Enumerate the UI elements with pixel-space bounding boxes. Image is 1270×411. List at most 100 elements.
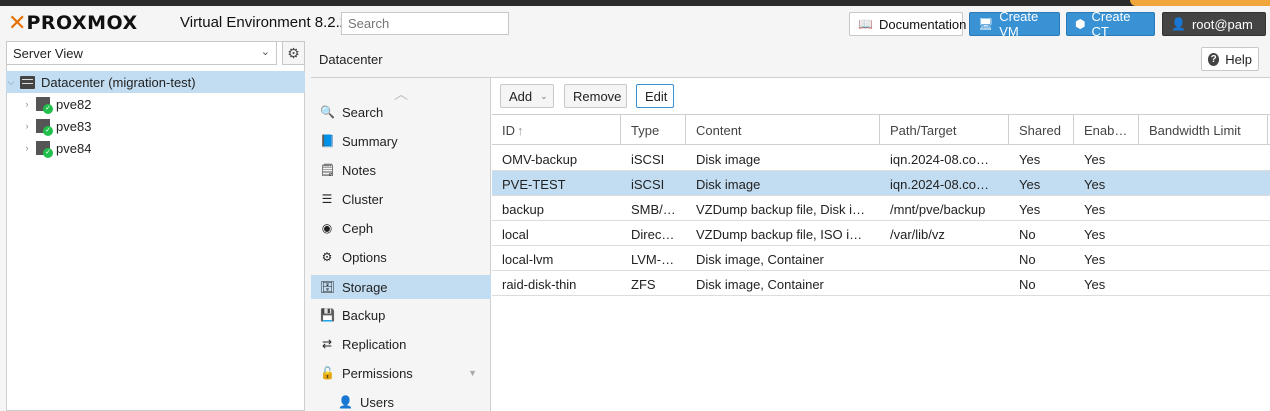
table-row[interactable]: PVE-TEST iSCSI Disk image iqn.2024-08.co… Ye… [492,171,1270,196]
cell-enabled: Yes [1084,252,1106,267]
node-icon: ✓ [36,97,53,114]
column-header-label: ID [502,123,515,138]
tree-item-datacenter[interactable]: ⌵ Datacenter (migration-test) [6,71,305,93]
cell-type: Direc… [631,227,675,242]
nav-item-search[interactable]: 🔍 Search [311,100,491,124]
table-row[interactable]: OMV-backup iSCSI Disk image iqn.2024-08.co…… [492,146,1270,171]
nav-item-replication[interactable]: ⇄ Replication [311,332,491,356]
tree-item-pve84[interactable]: › ✓ pve84 [6,137,305,159]
cell-type: ZFS [631,277,656,292]
sort-ascending-icon: ↑ [517,123,524,138]
table-row[interactable]: local Direc… VZDump backup file, ISO i… /va… [492,221,1270,246]
nav-item-label: Backup [342,307,386,323]
cell-id: local [502,227,529,242]
search-icon: 🔍 [320,105,335,119]
check-icon: ✓ [43,126,53,136]
create-ct-button[interactable]: ⬢ Create CT [1066,9,1155,39]
help-button[interactable]: ? Help [1201,47,1259,71]
cell-path: iqn.2024-08.co… [890,152,990,167]
table-row[interactable]: raid-disk-thin ZFS Disk image, Container No… [492,271,1270,296]
collapse-caret-icon[interactable]: ▼ [468,368,477,378]
cell-shared: No [1019,227,1036,242]
main-header: Datacenter [311,41,1270,78]
nav-item-label: Search [342,104,384,120]
nav-item-label: Storage [342,279,388,295]
column-header-type[interactable]: Type [621,115,686,145]
documentation-button[interactable]: 📖 Documentation [849,12,966,36]
expand-icon[interactable]: › [22,121,32,131]
check-icon: ✓ [43,148,53,158]
book-icon: 📘 [320,134,335,148]
cell-shared: Yes [1019,202,1041,217]
user-label: root@pam [1191,16,1253,32]
cell-type: LVM-… [631,252,675,267]
column-header-id[interactable]: ID ↑ [492,115,621,145]
user-menu-button[interactable]: 👤 root@pam [1162,12,1266,36]
nav-item-label: Cluster [342,191,384,207]
server-view-select[interactable]: Server View ⌄ [6,41,277,65]
question-icon: ? [1208,52,1220,66]
nav-item-cluster[interactable]: ☰ Cluster [311,187,491,211]
cell-path [880,271,1009,295]
add-button[interactable]: Add ⌄ [500,84,554,108]
cell-shared: Yes [1019,152,1041,167]
nav-item-label: Summary [342,133,398,149]
table-row[interactable]: local-lvm LVM-… Disk image, Container No Yes [492,246,1270,271]
column-header-label: Bandwidth Limit [1149,123,1241,138]
column-header-content[interactable]: Content [686,115,880,145]
cell-enabled: Yes [1084,152,1106,167]
nav-item-summary[interactable]: 📘 Summary [311,129,491,153]
tree-settings-button[interactable]: ⚙ [282,41,305,65]
expand-icon[interactable]: › [22,99,32,109]
nav-item-label: Replication [342,336,407,352]
cell-enabled: Yes [1084,177,1106,192]
nav-item-backup[interactable]: 💾 Backup [311,303,491,327]
create-vm-button[interactable]: 🖥 Create VM [969,9,1060,39]
nav-item-permissions[interactable]: 🔓 Permissions ▼ [311,361,491,385]
window-notch [1130,0,1270,6]
column-header-enabled[interactable]: Enab… [1074,115,1139,145]
expand-icon[interactable]: › [22,143,32,153]
column-header-bandwidth[interactable]: Bandwidth Limit [1139,115,1268,145]
tree-item-pve82[interactable]: › ✓ pve82 [6,93,305,115]
cell-shared: No [1019,252,1036,267]
cell-path: /mnt/pve/backup [890,202,986,217]
nav-item-label: Users [360,394,394,410]
column-header-label: Path/Target [890,123,957,138]
note-icon: 🗒 [320,163,336,177]
cell-content: Disk image, Container [696,252,824,267]
nav-item-ceph[interactable]: ◉ Ceph [311,216,491,240]
tree-item-pve83[interactable]: › ✓ pve83 [6,115,305,137]
table-row[interactable]: backup SMB/… VZDump backup file, Disk i… /m… [492,196,1270,221]
ceph-icon: ◉ [321,221,333,235]
version-label: Virtual Environment 8.2.2 [180,14,349,31]
nav-item-storage[interactable]: 🗄 Storage [311,275,491,299]
unlock-icon: 🔓 [320,366,335,380]
remove-label: Remove [573,88,622,104]
nav-item-users[interactable]: 👤 Users [311,390,491,411]
tree-item-label: pve84 [56,140,92,156]
collapse-icon[interactable]: ⌵ [6,77,16,88]
column-header-shared[interactable]: Shared [1009,115,1074,145]
column-header-label: Type [631,123,660,138]
nav-item-notes[interactable]: 🗒 Notes [311,158,491,182]
edit-button[interactable]: Edit [636,84,674,108]
logo-text: PROXMOX [26,12,138,34]
cell-path: iqn.2024-08.co… [890,177,990,192]
remove-button[interactable]: Remove [564,84,627,108]
cell-content: VZDump backup file, ISO i… [696,227,863,242]
floppy-icon: 💾 [320,308,335,322]
book-icon: 📖 [858,17,873,31]
cell-enabled: Yes [1084,227,1106,242]
cell-id: PVE-TEST [502,177,566,192]
server-view-label: Server View [13,46,83,61]
nav-item-options[interactable]: ⚙ Options [311,245,491,269]
column-header-label: Enab… [1084,123,1128,138]
tree-item-label: pve83 [56,118,92,134]
tree-item-label: Datacenter (migration-test) [41,74,196,90]
cell-bandwidth [1139,171,1268,195]
create-ct-label: Create CT [1091,9,1131,39]
gear-icon: ⚙ [321,250,333,264]
search-input[interactable] [341,12,509,35]
column-header-path[interactable]: Path/Target [880,115,1009,145]
